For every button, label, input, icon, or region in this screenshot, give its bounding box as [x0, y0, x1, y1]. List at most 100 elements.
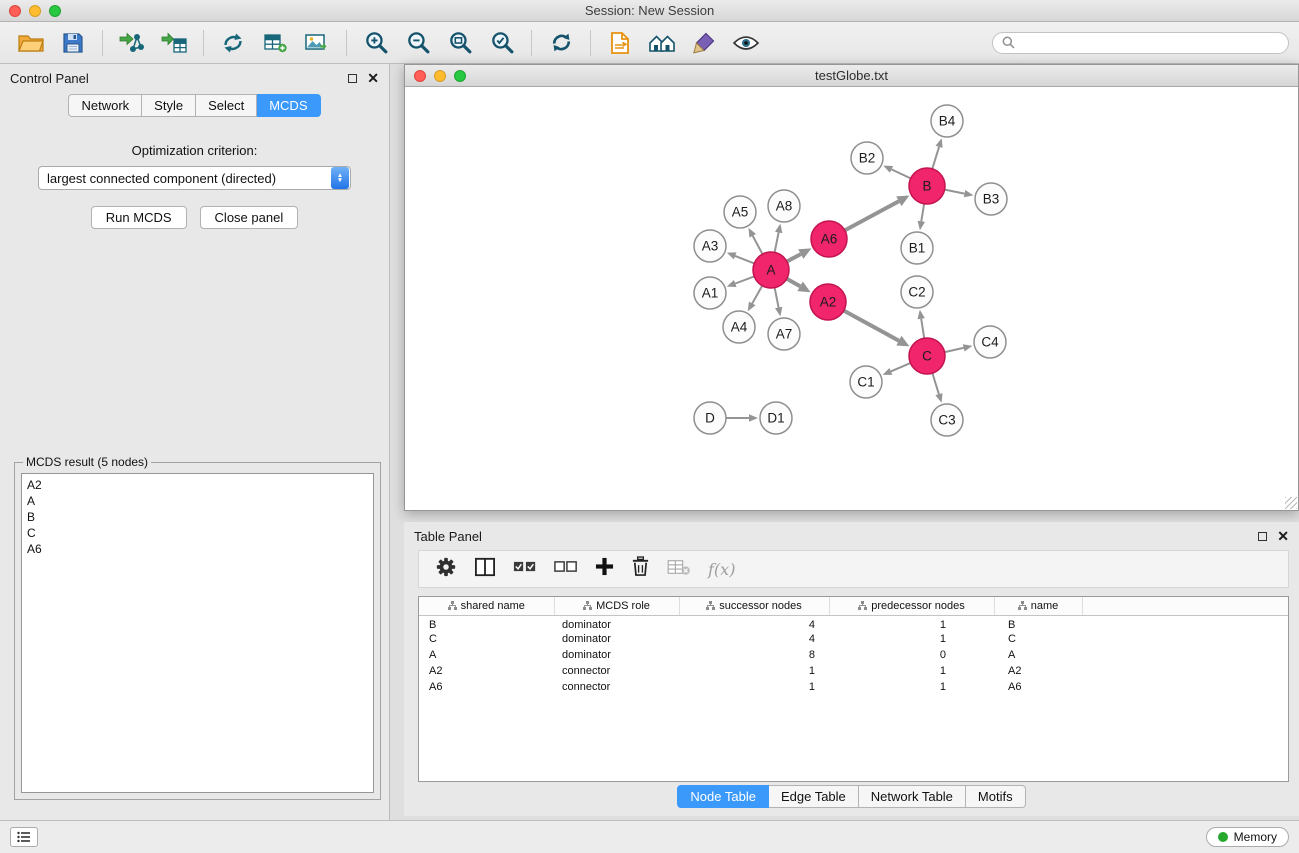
function-builder-button[interactable]: f(x): [708, 560, 735, 579]
float-panel-icon[interactable]: [348, 74, 357, 83]
import-network-button[interactable]: [114, 26, 150, 60]
add-table-button[interactable]: [257, 26, 293, 60]
float-table-panel-icon[interactable]: [1258, 532, 1267, 541]
network-node-C4[interactable]: C4: [974, 326, 1006, 358]
network-node-A[interactable]: A: [753, 252, 789, 288]
network-edge-A6-B[interactable]: [845, 201, 899, 230]
network-edge-A-A5[interactable]: [753, 236, 763, 254]
network-node-B1[interactable]: B1: [901, 232, 933, 264]
network-node-A4[interactable]: A4: [723, 311, 755, 343]
network-node-A6[interactable]: A6: [811, 221, 847, 257]
zoom-out-button[interactable]: [400, 26, 436, 60]
network-node-D1[interactable]: D1: [760, 402, 792, 434]
network-from-selection-button[interactable]: [215, 26, 251, 60]
network-node-D[interactable]: D: [694, 402, 726, 434]
close-panel-button[interactable]: Close panel: [200, 206, 299, 229]
zoom-fit-button[interactable]: [442, 26, 478, 60]
mcds-result-item[interactable]: A: [27, 493, 368, 509]
column-header-shared-name[interactable]: shared name: [419, 597, 554, 615]
refresh-button[interactable]: [543, 26, 579, 60]
network-node-C[interactable]: C: [909, 338, 945, 374]
delete-table-button[interactable]: [667, 558, 691, 581]
network-node-A8[interactable]: A8: [768, 190, 800, 222]
network-edge-B-B1[interactable]: [921, 204, 924, 222]
network-node-A3[interactable]: A3: [694, 230, 726, 262]
mcds-result-item[interactable]: C: [27, 525, 368, 541]
network-edge-C-C3[interactable]: [932, 373, 939, 394]
zoom-in-button[interactable]: [358, 26, 394, 60]
select-all-columns-button[interactable]: [513, 559, 537, 579]
tab-node-table[interactable]: Node Table: [677, 785, 769, 808]
tab-network[interactable]: Network: [68, 94, 142, 117]
network-edge-C-C1[interactable]: [891, 363, 911, 371]
table-row[interactable]: Cdominator41C: [419, 631, 1288, 647]
network-node-C1[interactable]: C1: [850, 366, 882, 398]
search-input[interactable]: [1020, 36, 1279, 50]
network-node-C2[interactable]: C2: [901, 276, 933, 308]
tab-motifs[interactable]: Motifs: [966, 785, 1026, 808]
column-header-name[interactable]: name: [994, 597, 1082, 615]
table-row[interactable]: Bdominator41B: [419, 615, 1288, 631]
network-edge-A-A3[interactable]: [735, 256, 754, 264]
network-edge-A2-C[interactable]: [844, 311, 899, 341]
tab-mcds[interactable]: MCDS: [257, 94, 320, 117]
delete-column-button[interactable]: [631, 556, 650, 582]
network-edge-B-B3[interactable]: [945, 190, 965, 194]
network-edge-A-A1[interactable]: [735, 276, 754, 283]
export-image-button[interactable]: [299, 26, 335, 60]
network-edge-A-A2[interactable]: [787, 279, 800, 287]
network-node-B3[interactable]: B3: [975, 183, 1007, 215]
network-edge-A-A8[interactable]: [775, 233, 779, 253]
network-edge-C-C4[interactable]: [945, 348, 964, 352]
tab-edge-table[interactable]: Edge Table: [769, 785, 859, 808]
network-edge-A-A7[interactable]: [775, 288, 779, 308]
network-edge-C-C2[interactable]: [921, 319, 924, 339]
tab-select[interactable]: Select: [196, 94, 257, 117]
run-mcds-button[interactable]: Run MCDS: [91, 206, 187, 229]
mcds-result-item[interactable]: B: [27, 509, 368, 525]
network-node-B2[interactable]: B2: [851, 142, 883, 174]
network-edge-B-B2[interactable]: [892, 169, 911, 178]
mcds-result-item[interactable]: A6: [27, 541, 368, 557]
add-column-button[interactable]: [595, 557, 614, 581]
network-node-A1[interactable]: A1: [694, 277, 726, 309]
open-session-button[interactable]: [13, 26, 49, 60]
table-row[interactable]: A2connector11A2: [419, 663, 1288, 679]
network-node-A7[interactable]: A7: [768, 318, 800, 350]
zoom-selected-button[interactable]: [484, 26, 520, 60]
close-table-panel-icon[interactable]: ✕: [1277, 530, 1289, 542]
network-node-A2[interactable]: A2: [810, 284, 846, 320]
home-button[interactable]: [644, 26, 680, 60]
network-edge-A-A4[interactable]: [752, 286, 762, 304]
network-node-B4[interactable]: B4: [931, 105, 963, 137]
import-table-button[interactable]: [156, 26, 192, 60]
table-row[interactable]: Adominator80A: [419, 647, 1288, 663]
tab-network-table[interactable]: Network Table: [859, 785, 966, 808]
save-session-button[interactable]: [55, 26, 91, 60]
network-node-B[interactable]: B: [909, 168, 945, 204]
table-settings-button[interactable]: [435, 556, 457, 583]
network-edge-A-A6[interactable]: [787, 254, 801, 261]
network-canvas[interactable]: B4 B2 B B3 A5 A8 A6 B1 A3 A C2 A1 A2 A4 A7 C4 C C1 C3 D D1: [405, 88, 1298, 510]
memory-button[interactable]: Memory: [1206, 827, 1289, 847]
network-node-C3[interactable]: C3: [931, 404, 963, 436]
criterion-dropdown[interactable]: largest connected component (directed) ▲…: [38, 166, 351, 190]
network-edge-B-B4[interactable]: [932, 147, 939, 169]
show-hide-button[interactable]: [728, 26, 764, 60]
table-row[interactable]: A6connector11A6: [419, 679, 1288, 695]
column-header-successor-nodes[interactable]: successor nodes: [679, 597, 829, 615]
search-box[interactable]: [992, 32, 1289, 54]
apply-style-button[interactable]: [686, 26, 722, 60]
mcds-result-item[interactable]: A2: [27, 477, 368, 493]
network-node-A5[interactable]: A5: [724, 196, 756, 228]
task-history-button[interactable]: [10, 827, 38, 847]
network-svg[interactable]: B4 B2 B B3 A5 A8 A6 B1 A3 A C2 A1 A2 A4 A7 C4 C C1 C3 D D1: [405, 88, 1298, 510]
unselect-all-columns-button[interactable]: [554, 559, 578, 579]
resize-grip[interactable]: [1285, 497, 1297, 509]
column-header-mcds-role[interactable]: MCDS role: [554, 597, 679, 615]
column-header-predecessor-nodes[interactable]: predecessor nodes: [829, 597, 994, 615]
tab-style[interactable]: Style: [142, 94, 196, 117]
close-panel-icon[interactable]: ✕: [367, 72, 379, 84]
show-columns-button[interactable]: [474, 557, 496, 582]
import-style-button[interactable]: [602, 26, 638, 60]
